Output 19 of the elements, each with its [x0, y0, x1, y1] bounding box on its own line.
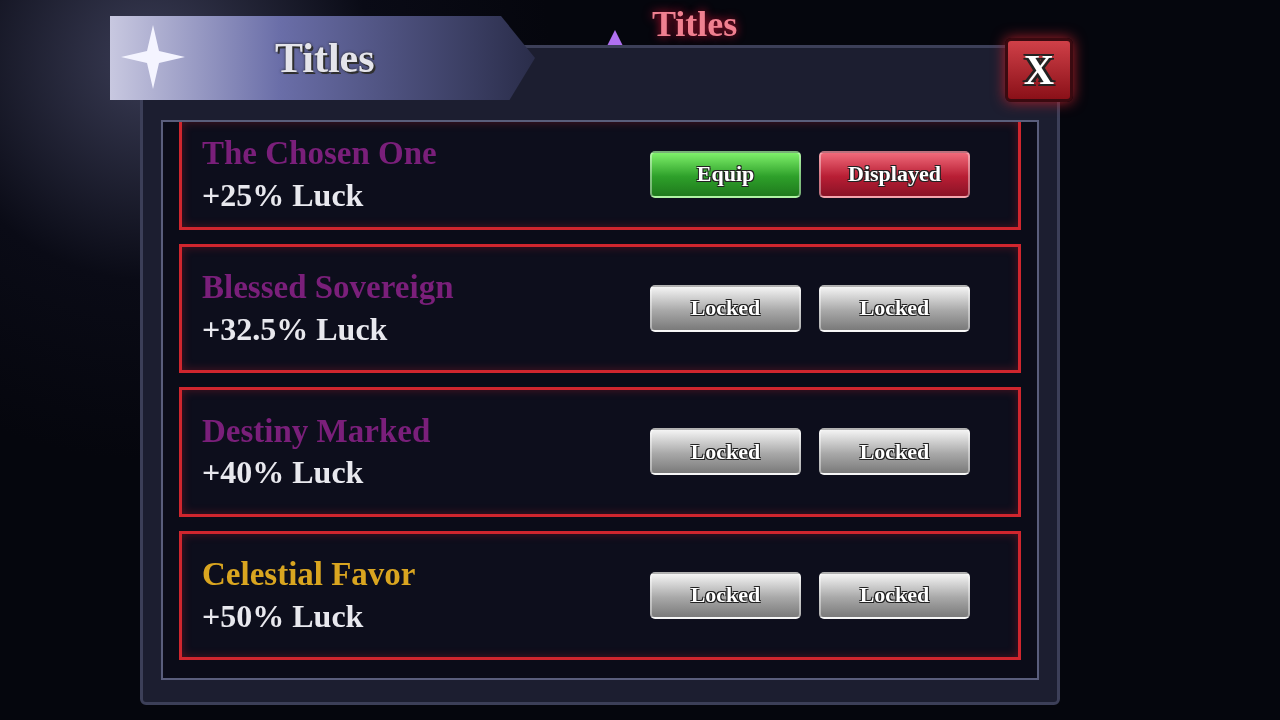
luck-bonus: +50% Luck — [202, 599, 365, 634]
locked-button[interactable]: Locked — [650, 428, 801, 476]
close-button[interactable]: X — [1005, 38, 1073, 102]
displayed-button[interactable]: Displayed — [819, 150, 970, 198]
panel-title: Titles — [275, 34, 375, 82]
locked-button[interactable]: Locked — [819, 284, 970, 332]
title-name: Destiny Marked — [202, 413, 431, 449]
locked-button[interactable]: Locked — [819, 571, 970, 619]
background-tab-title[interactable]: Titles — [652, 6, 738, 42]
locked-button[interactable]: Locked — [819, 428, 970, 476]
title-name: Celestial Favor — [202, 557, 416, 592]
locked-button[interactable]: Locked — [650, 571, 801, 619]
locked-button[interactable]: Locked — [650, 284, 801, 332]
luck-bonus: +25% Luck — [202, 178, 365, 213]
title-name: The Chosen One — [202, 136, 437, 171]
luck-bonus: +40% Luck — [202, 456, 365, 490]
equip-button[interactable]: Equip — [650, 150, 801, 198]
title-name: Blessed Sovereign — [202, 270, 454, 305]
luck-bonus: +32.5% Luck — [202, 312, 389, 347]
